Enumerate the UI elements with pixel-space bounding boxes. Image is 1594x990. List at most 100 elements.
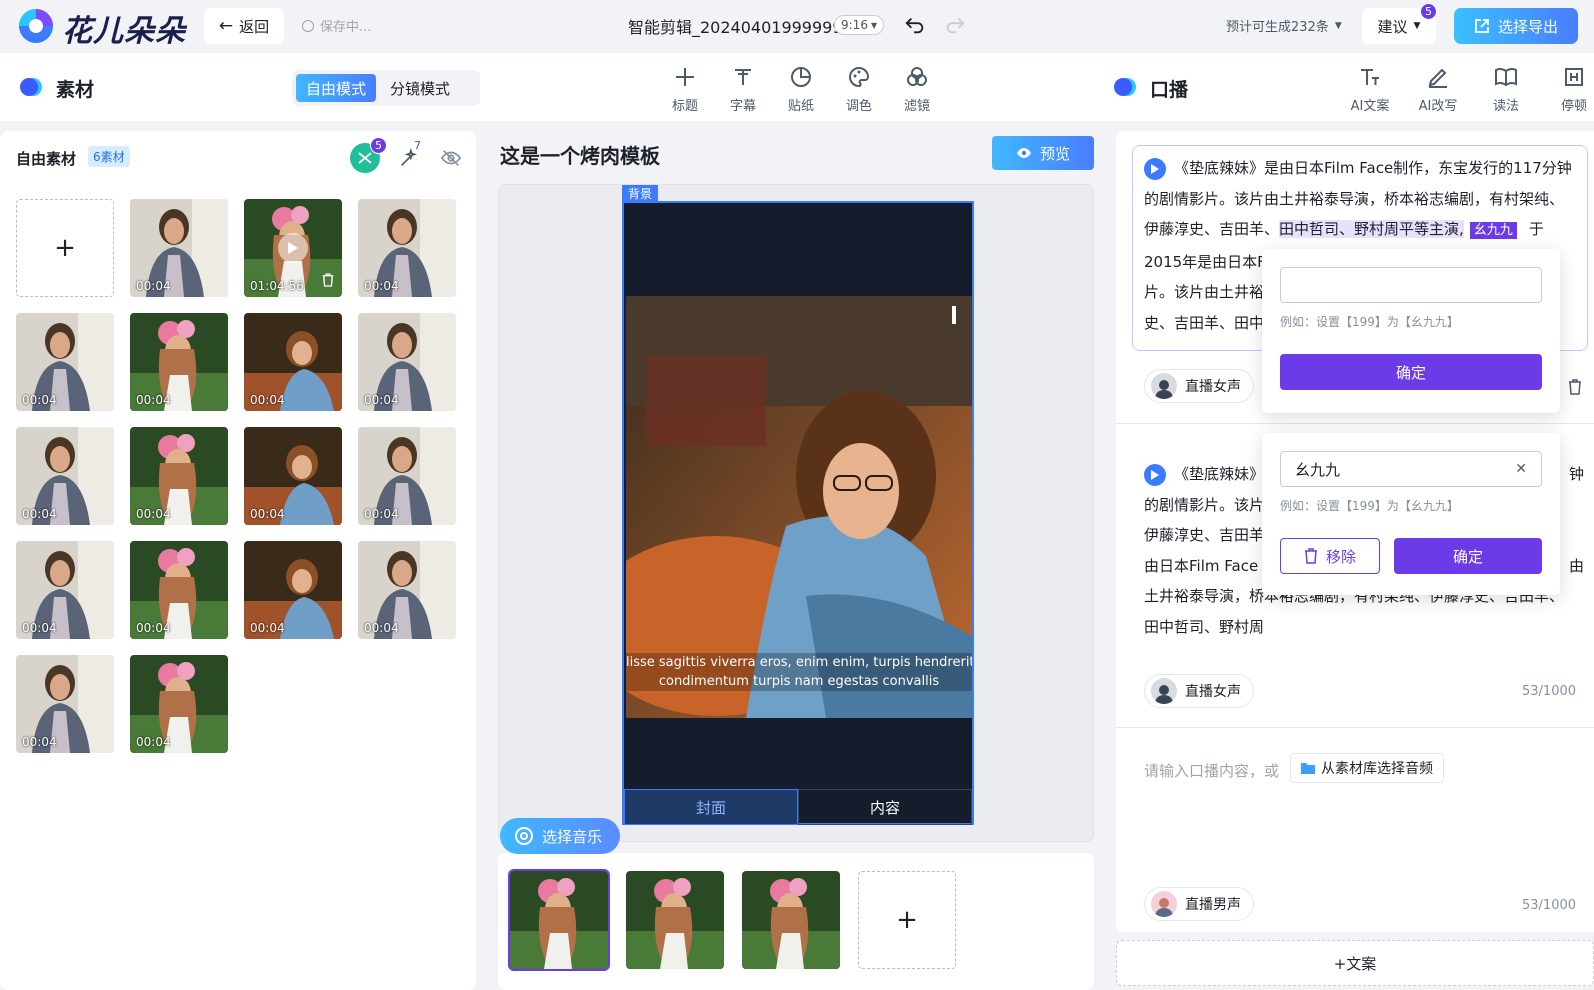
phone-tabs: 封面 内容 xyxy=(624,789,972,825)
tool-filter[interactable]: 滤镜 xyxy=(892,65,942,114)
remove-button[interactable]: 移除 xyxy=(1280,538,1380,574)
material-thumbnail[interactable]: 00:04 xyxy=(16,541,114,639)
material-thumbnail[interactable]: 00:04 xyxy=(16,655,114,753)
filmstrip-thumbnail[interactable] xyxy=(626,871,724,969)
ai-text-icon xyxy=(1361,69,1379,85)
material-thumbnail[interactable]: 00:04 xyxy=(358,199,456,297)
pronunciation-input-1[interactable] xyxy=(1280,267,1542,303)
magic-badge: 7 xyxy=(414,139,421,152)
material-thumbnail[interactable]: 00:04 xyxy=(358,313,456,411)
char-counter-3: 53/1000 xyxy=(1522,898,1577,913)
filmstrip-thumbnail[interactable] xyxy=(508,869,610,971)
add-material-button[interactable]: + xyxy=(16,199,114,297)
tool-sticker[interactable]: 贴纸 xyxy=(776,65,826,114)
material-thumbnail[interactable]: 00:04 xyxy=(130,313,228,411)
voice-chip-3[interactable]: 直播男声 xyxy=(1144,887,1254,921)
add-clip-button[interactable]: + xyxy=(858,871,956,969)
back-label: 返回 xyxy=(239,17,270,36)
tool-ai-rewrite[interactable]: AI改写 xyxy=(1408,65,1468,114)
filmstrip: + xyxy=(498,853,1094,990)
confirm-button[interactable]: 确定 xyxy=(1280,354,1542,390)
tool-title[interactable]: 标题 xyxy=(660,65,710,114)
tool-ai-text[interactable]: AI文案 xyxy=(1340,65,1400,114)
tab-cover[interactable]: 封面 xyxy=(624,789,798,825)
edit-tools: 标题 字幕 贴纸 调色 滤镜 xyxy=(660,65,942,114)
material-thumbnail[interactable]: 00:04 xyxy=(130,541,228,639)
saving-spinner-icon xyxy=(302,19,314,32)
mode-storyboard-button[interactable]: 分镜模式 xyxy=(380,74,460,102)
clear-icon[interactable]: ✕ xyxy=(1515,461,1527,477)
tool-subtitle[interactable]: 字幕 xyxy=(718,65,768,114)
select-music-button[interactable]: 选择音乐 xyxy=(500,818,620,854)
broadcast-title: 口播 xyxy=(1150,79,1189,101)
select-audio-label: 从素材库选择音频 xyxy=(1321,761,1433,777)
duration-label: 00:04 xyxy=(22,735,57,749)
tool-pause[interactable]: 停顿 xyxy=(1544,65,1594,114)
duration-label: 00:04 xyxy=(364,393,399,407)
material-thumbnail[interactable]: 00:04 xyxy=(358,541,456,639)
trash-icon xyxy=(1304,548,1317,564)
caret-down-icon: ▼ xyxy=(870,20,878,30)
material-thumbnail[interactable]: 00:04 xyxy=(244,541,342,639)
back-button[interactable]: ← 返回 xyxy=(204,8,284,44)
preview-subtitle[interactable]: lisse sagittis viverra eros, enim enim, … xyxy=(626,653,972,691)
material-thumbnail[interactable]: 00:04 xyxy=(244,427,342,525)
mode-free-button[interactable]: 自由模式 xyxy=(296,74,377,102)
duration-label: 00:04 xyxy=(250,393,285,407)
input-hint: 例如：设置【199】为【幺九九】 xyxy=(1280,499,1459,513)
trash-icon[interactable] xyxy=(322,273,334,291)
voice-name: 直播女声 xyxy=(1185,379,1241,395)
filmstrip-thumbnail[interactable] xyxy=(742,871,840,969)
avatar xyxy=(1151,373,1177,399)
ai-rewrite-icon xyxy=(1428,68,1447,88)
preview-button[interactable]: 预览 xyxy=(992,136,1094,170)
material-thumbnail[interactable]: 00:04 xyxy=(244,313,342,411)
background-tag: 背景 xyxy=(622,185,659,202)
confirm-button[interactable]: 确定 xyxy=(1394,538,1542,574)
tool-label: AI文案 xyxy=(1350,99,1390,114)
material-thumbnail[interactable]: 00:04 xyxy=(130,199,228,297)
pronunciation-tag[interactable]: 幺九九 xyxy=(1469,222,1517,239)
text-line: 的剧情影片。该片由土井裕泰导演，桥本裕志编剧，有村架纯、 xyxy=(1144,189,1565,208)
highlighted-text[interactable]: 田中哲司、野村周平等主演, xyxy=(1279,220,1464,238)
duration-label: 00:04 xyxy=(22,393,57,407)
material-count-badge: 6素材 xyxy=(88,146,130,167)
voice-chip-1[interactable]: 直播女声 xyxy=(1144,369,1254,403)
material-thumbnail[interactable]: 00:04 xyxy=(130,655,228,753)
play-icon[interactable] xyxy=(1144,463,1166,486)
broadcast-panel: 《垫底辣妹》是由日本Film Face制作，东宝发行的117分钟 的剧情影片。该… xyxy=(1116,131,1594,932)
top-bar: 花儿朵朵 ← 返回 保存中... 智能剪辑_20240401999999 9:1… xyxy=(0,0,1594,52)
export-button[interactable]: 选择导出 xyxy=(1454,8,1578,44)
play-icon[interactable] xyxy=(278,233,308,263)
duration-label: 00:04 xyxy=(136,279,171,293)
material-thumbnail[interactable]: 00:04 xyxy=(130,427,228,525)
add-copy-button[interactable]: +文案 xyxy=(1116,940,1594,986)
redo-icon[interactable] xyxy=(944,14,966,36)
ratio-select[interactable]: 9:16 ▼ xyxy=(834,15,885,35)
undo-icon[interactable] xyxy=(904,14,926,36)
suggest-badge: 5 xyxy=(1420,3,1437,20)
caret-down-icon: ▼ xyxy=(1334,20,1342,31)
palette-icon xyxy=(849,66,870,88)
hide-icon[interactable] xyxy=(440,147,462,169)
trash-icon[interactable] xyxy=(1568,379,1582,395)
text-line: 由日本Film Face xyxy=(1144,556,1259,575)
project-title[interactable]: 智能剪辑_20240401999999 xyxy=(628,14,843,38)
material-thumbnail[interactable]: 00:04 xyxy=(16,427,114,525)
estimate-dropdown[interactable]: 预计可生成232条 ▼ xyxy=(1226,16,1342,35)
subtitle-icon xyxy=(735,69,751,85)
material-thumbnail[interactable]: 00:04 xyxy=(16,313,114,411)
voice-chip-2[interactable]: 直播女声 xyxy=(1144,674,1254,708)
script-input-placeholder[interactable]: 请输入口播内容，或 xyxy=(1144,760,1279,781)
play-icon[interactable] xyxy=(1144,157,1166,180)
template-title: 这是一个烤肉模板 xyxy=(500,144,660,168)
tool-reading[interactable]: 读法 xyxy=(1476,65,1536,114)
select-audio-button[interactable]: 从素材库选择音频 xyxy=(1290,753,1444,783)
pronunciation-input-2[interactable]: 幺九九 ✕ xyxy=(1280,451,1542,487)
tool-color[interactable]: 调色 xyxy=(834,65,884,114)
material-thumbnail[interactable]: 01:04:56 xyxy=(244,199,342,297)
tool-label: 滤镜 xyxy=(903,99,930,114)
tab-content[interactable]: 内容 xyxy=(798,789,972,825)
material-thumbnail[interactable]: 00:04 xyxy=(358,427,456,525)
avatar xyxy=(1151,891,1177,917)
